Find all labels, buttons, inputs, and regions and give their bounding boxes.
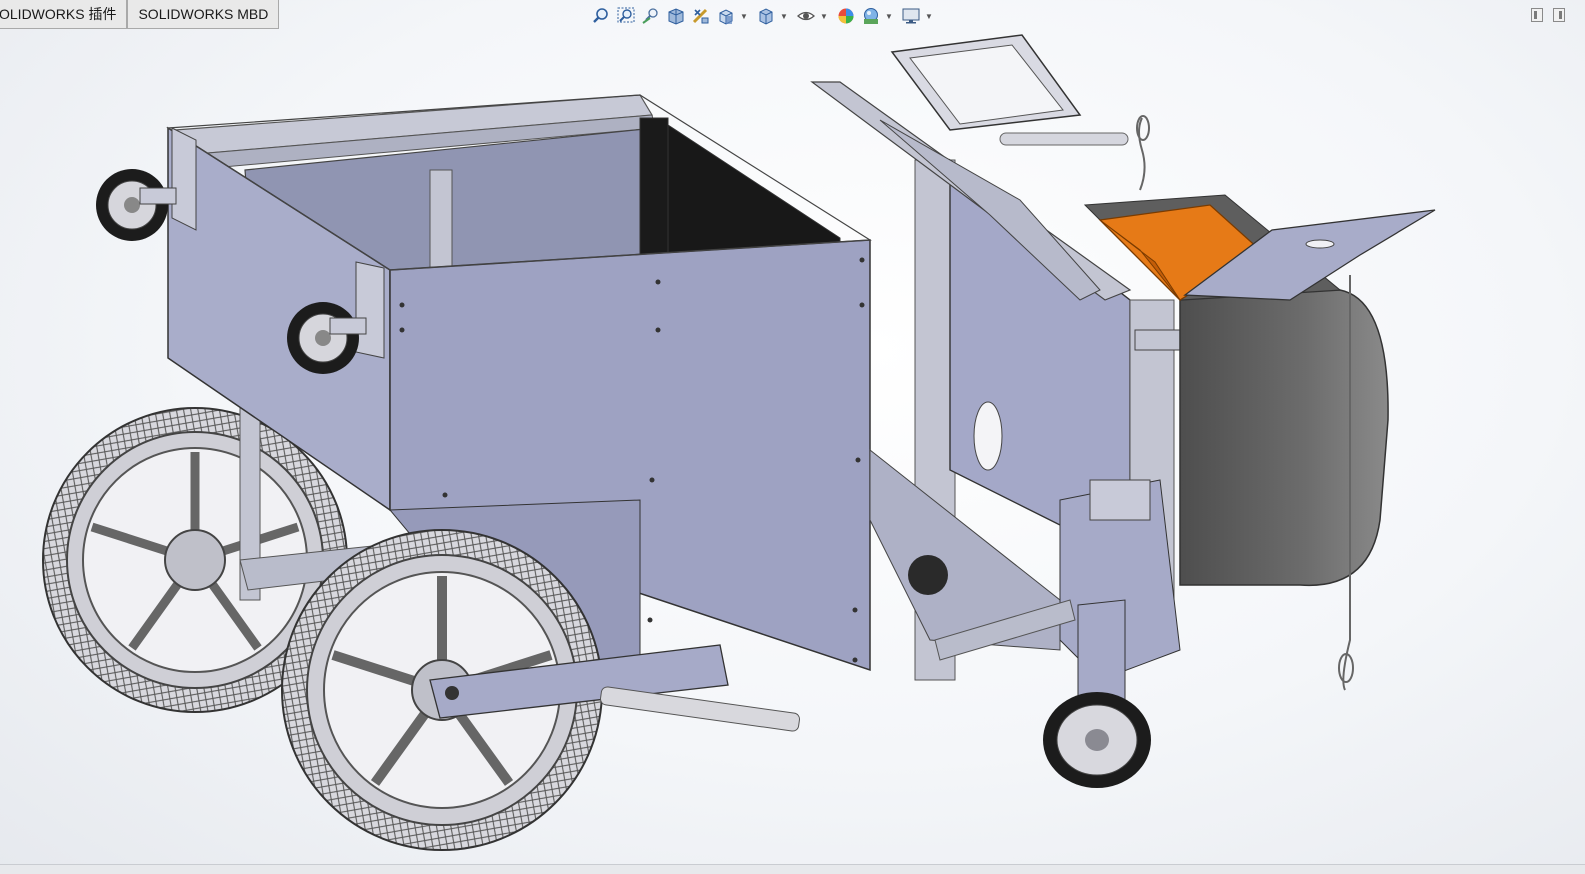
collapse-left-icon[interactable] xyxy=(1531,8,1543,22)
tab-solidworks-mbd[interactable]: SOLIDWORKS MBD xyxy=(127,0,280,29)
cart-assembly-model xyxy=(42,34,1436,851)
view-settings-icon[interactable] xyxy=(900,5,922,27)
hide-show-dropdown-icon[interactable]: ▼ xyxy=(820,5,828,27)
hide-show-items-icon[interactable] xyxy=(795,5,817,27)
edit-appearance-icon[interactable] xyxy=(835,5,857,27)
dynamic-annotation-view-icon[interactable] xyxy=(690,5,712,27)
section-view-icon[interactable] xyxy=(665,5,687,27)
collapse-right-icon[interactable] xyxy=(1553,8,1565,22)
status-bar-edge xyxy=(0,864,1585,874)
viewport-window-controls xyxy=(1531,8,1565,22)
tab-solidworks-addins[interactable]: OLIDWORKS 插件 xyxy=(0,0,128,29)
tablet-screen xyxy=(890,34,1082,131)
view-orientation-dropdown-icon[interactable]: ▼ xyxy=(740,5,748,27)
apply-scene-dropdown-icon[interactable]: ▼ xyxy=(885,5,893,27)
apply-scene-icon[interactable] xyxy=(860,5,882,27)
view-orientation-icon[interactable] xyxy=(715,5,737,27)
display-style-dropdown-icon[interactable]: ▼ xyxy=(780,5,788,27)
zoom-to-area-icon[interactable] xyxy=(615,5,637,27)
caster-wheel-top-left xyxy=(96,169,177,241)
command-manager-tabs: OLIDWORKS 插件 SOLIDWORKS MBD xyxy=(0,0,280,29)
zoom-to-fit-icon[interactable] xyxy=(590,5,612,27)
display-style-icon[interactable] xyxy=(755,5,777,27)
heads-up-view-toolbar: ▼ ▼ ▼ ▼ ▼ xyxy=(590,4,937,28)
graphics-area[interactable] xyxy=(0,30,1585,874)
previous-view-icon[interactable] xyxy=(640,5,662,27)
view-settings-dropdown-icon[interactable]: ▼ xyxy=(925,5,933,27)
